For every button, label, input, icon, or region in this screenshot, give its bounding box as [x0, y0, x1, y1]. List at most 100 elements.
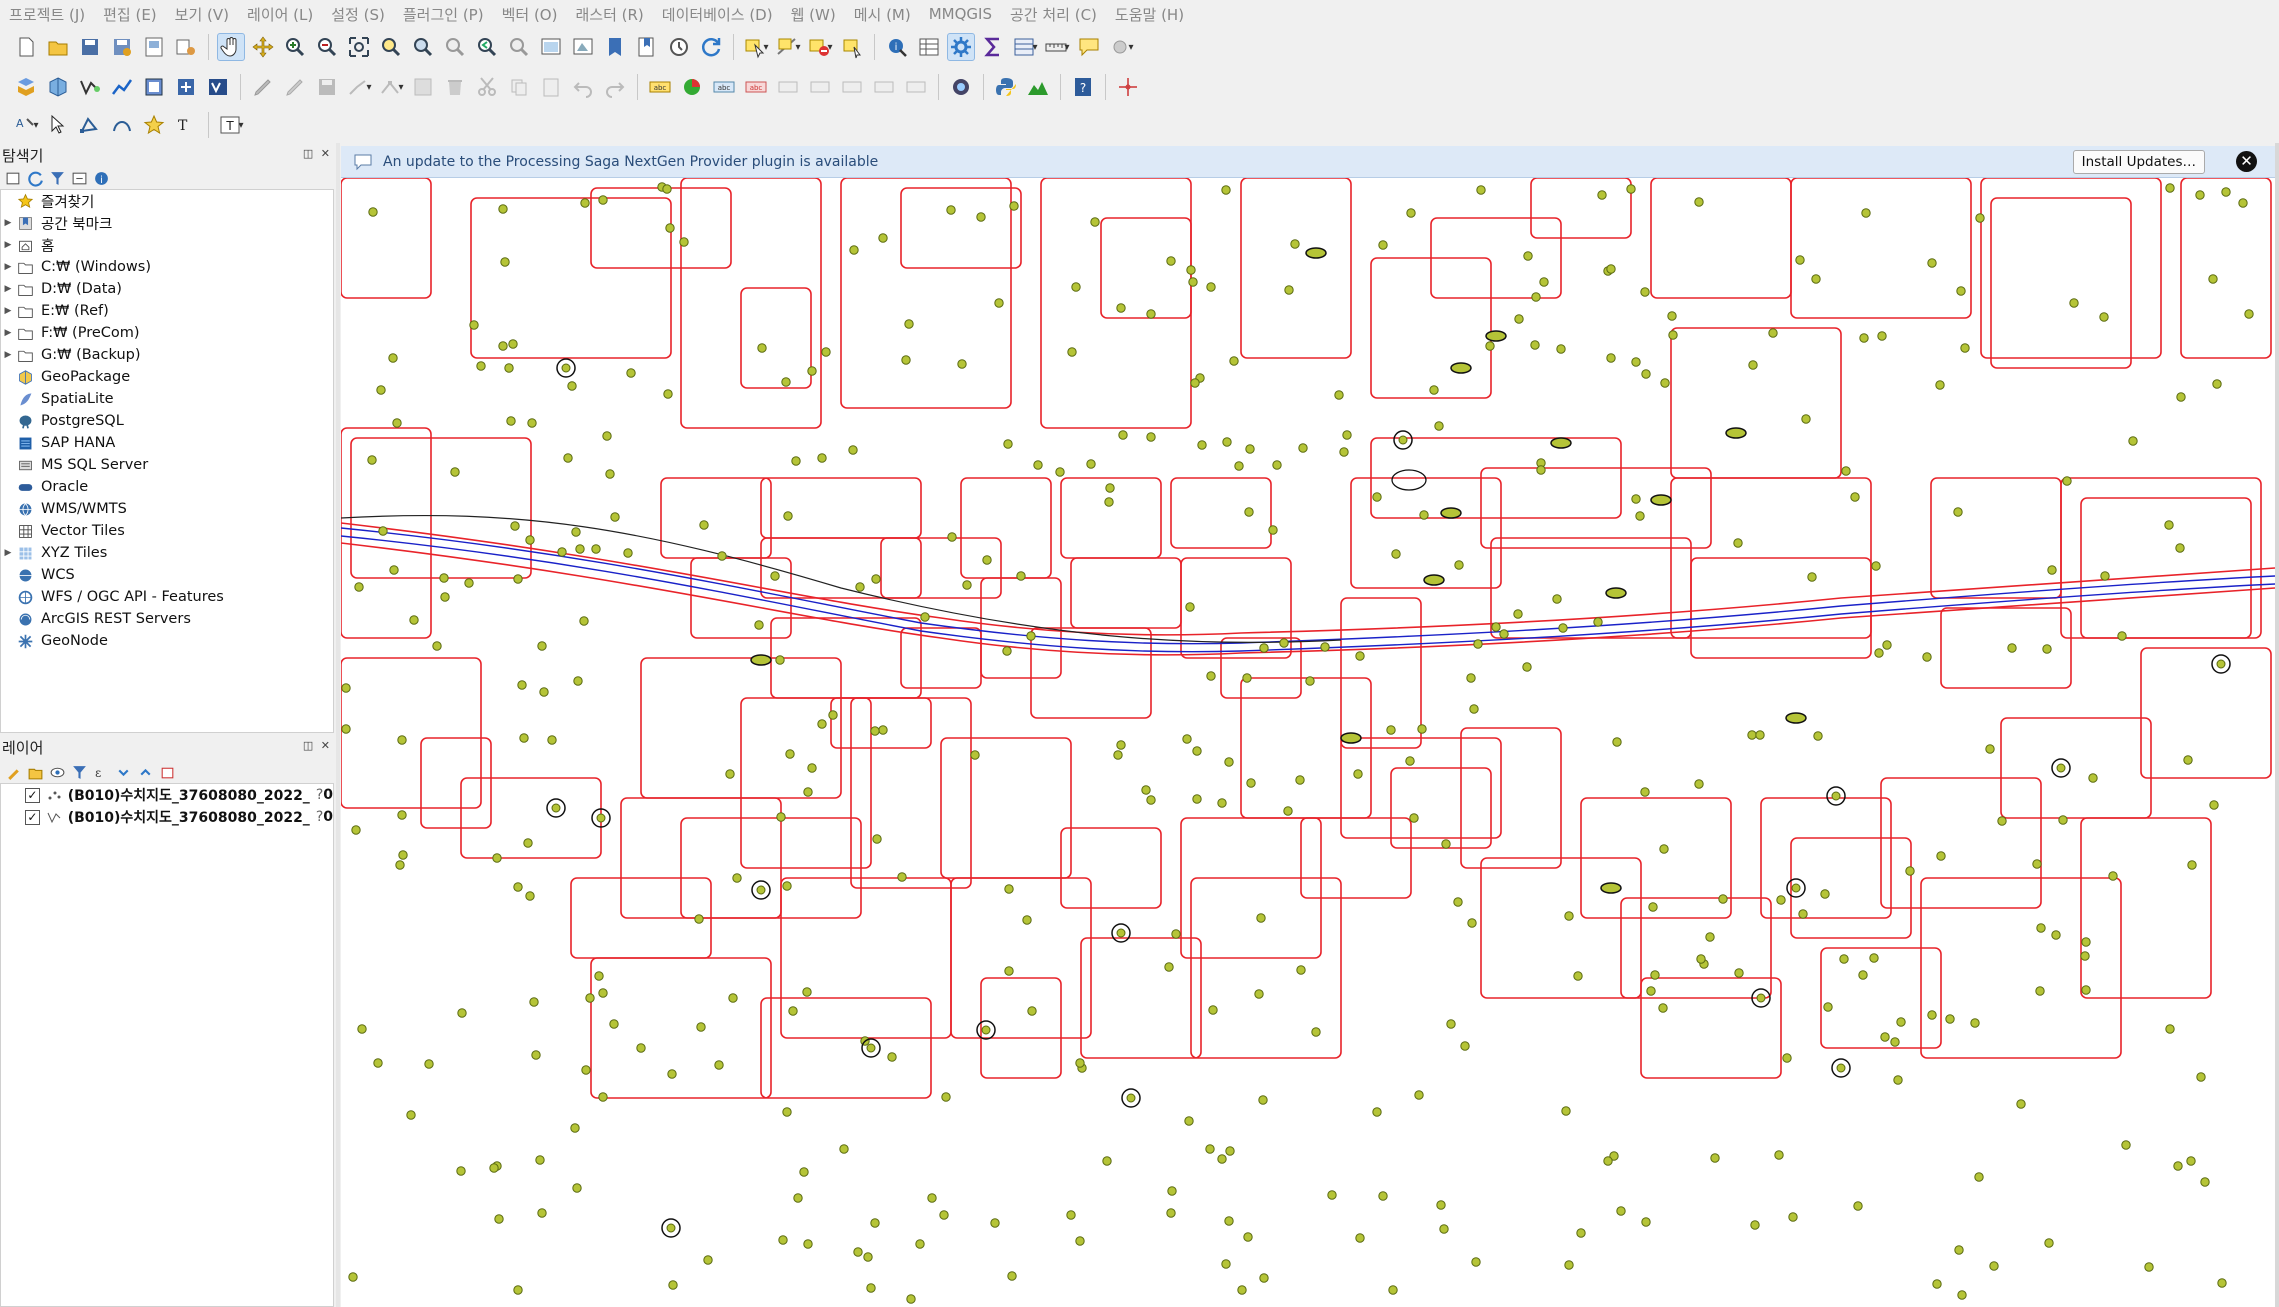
- browser-item-12[interactable]: MS SQL Server: [1, 454, 333, 476]
- expand-arrow-icon[interactable]: ▶: [1, 350, 15, 360]
- menu-item-8[interactable]: 데이터베이스 (D): [653, 4, 782, 25]
- print-layout-icon[interactable]: [140, 33, 168, 61]
- pan-hand-icon[interactable]: [217, 33, 245, 61]
- expand-arrow-icon[interactable]: ▶: [1, 284, 15, 294]
- browser-item-8[interactable]: GeoPackage: [1, 366, 333, 388]
- menu-item-9[interactable]: 웹 (W): [782, 4, 845, 25]
- browser-item-3[interactable]: ▶ C:₩ (Windows): [1, 256, 333, 278]
- menu-item-10[interactable]: 메시 (M): [845, 4, 920, 25]
- expand-arrow-icon[interactable]: ▶: [1, 328, 15, 338]
- zoom-last-icon[interactable]: [473, 33, 501, 61]
- identify-icon[interactable]: i: [883, 33, 911, 61]
- python-console-icon[interactable]: [992, 73, 1020, 101]
- deselect-all-icon[interactable]: [838, 33, 866, 61]
- new-3d-view-icon[interactable]: [569, 33, 597, 61]
- rotate-label-icon[interactable]: [806, 73, 834, 101]
- browser-item-7[interactable]: ▶ G:₩ (Backup): [1, 344, 333, 366]
- remove-layer-icon[interactable]: [156, 762, 178, 782]
- new-virtual-layer-icon[interactable]: [204, 73, 232, 101]
- panel-float-close-icon[interactable]: ◫ ✕: [303, 147, 332, 160]
- manage-visibility-icon[interactable]: [46, 762, 68, 782]
- undo-icon[interactable]: [569, 73, 597, 101]
- browser-item-5[interactable]: ▶ E:₩ (Ref): [1, 300, 333, 322]
- new-geopackage-icon[interactable]: [44, 73, 72, 101]
- settings-gear-icon[interactable]: [947, 33, 975, 61]
- add-vector-icon[interactable]: [76, 73, 104, 101]
- terrain-profile-icon[interactable]: [1024, 73, 1052, 101]
- browser-item-4[interactable]: ▶ D:₩ (Data): [1, 278, 333, 300]
- curve-tool-icon[interactable]: [108, 111, 136, 139]
- filter-expression-icon[interactable]: ε: [90, 762, 112, 782]
- save-as-icon[interactable]: [108, 33, 136, 61]
- menu-item-2[interactable]: 보기 (V): [166, 4, 238, 25]
- menu-item-5[interactable]: 플러그인 (P): [394, 4, 493, 25]
- vertex-tool-icon[interactable]: [377, 73, 405, 101]
- refresh-icon[interactable]: [24, 168, 46, 188]
- layer-row-0[interactable]: ✓ (B010)수치지도_37608080_2022_? 0: [1, 784, 333, 806]
- modify-attributes-icon[interactable]: [409, 73, 437, 101]
- save-project-icon[interactable]: [76, 33, 104, 61]
- pan-to-selection-icon[interactable]: [249, 33, 277, 61]
- browser-item-17[interactable]: WCS: [1, 564, 333, 586]
- copy-features-icon[interactable]: [505, 73, 533, 101]
- gps-icon[interactable]: [947, 73, 975, 101]
- add-selected-icon[interactable]: [2, 168, 24, 188]
- temporal-controller-icon[interactable]: [665, 33, 693, 61]
- digitize-line-icon[interactable]: [108, 73, 136, 101]
- pointer-tool-icon[interactable]: [44, 111, 72, 139]
- statistics-sigma-icon[interactable]: [979, 33, 1007, 61]
- browser-item-20[interactable]: GeoNode: [1, 630, 333, 652]
- browser-item-16[interactable]: ▶ XYZ Tiles: [1, 542, 333, 564]
- data-source-manager-icon[interactable]: [12, 73, 40, 101]
- zoom-native-icon[interactable]: [441, 33, 469, 61]
- panel-float-close-icon[interactable]: ◫ ✕: [303, 739, 332, 752]
- measure-ruler-icon[interactable]: [1043, 33, 1071, 61]
- expand-arrow-icon[interactable]: ▶: [1, 262, 15, 272]
- browser-item-15[interactable]: Vector Tiles: [1, 520, 333, 542]
- select-by-value-icon[interactable]: [774, 33, 802, 61]
- layer-visibility-checkbox[interactable]: ✓: [25, 787, 40, 803]
- zoom-selection-icon[interactable]: [377, 33, 405, 61]
- menu-item-11[interactable]: MMQGIS: [920, 5, 1001, 23]
- menu-item-6[interactable]: 벡터 (O): [493, 4, 567, 25]
- add-group-icon[interactable]: [24, 762, 46, 782]
- paste-features-icon[interactable]: [537, 73, 565, 101]
- open-table-icon[interactable]: [1011, 33, 1039, 61]
- node-tool-icon[interactable]: [76, 111, 104, 139]
- deselect-icon[interactable]: [806, 33, 834, 61]
- decorations-icon[interactable]: [1107, 33, 1135, 61]
- collapse-all-icon[interactable]: [134, 762, 156, 782]
- layer-row-1[interactable]: ✓ (B010)수치지도_37608080_2022_? 0: [1, 806, 333, 828]
- unpin-label-icon[interactable]: [902, 73, 930, 101]
- label-abc-icon[interactable]: abc: [646, 73, 674, 101]
- help-icon[interactable]: ?: [1069, 73, 1097, 101]
- browser-item-11[interactable]: SAP HANA: [1, 432, 333, 454]
- expand-all-icon[interactable]: [112, 762, 134, 782]
- collapse-all-icon[interactable]: [68, 168, 90, 188]
- move-label-icon[interactable]: [774, 73, 802, 101]
- menu-item-3[interactable]: 레이어 (L): [238, 4, 322, 25]
- browser-item-9[interactable]: SpatiaLite: [1, 388, 333, 410]
- label-props-icon[interactable]: [870, 73, 898, 101]
- zoom-full-icon[interactable]: [345, 33, 373, 61]
- new-project-icon[interactable]: [12, 33, 40, 61]
- edit-pencil-icon[interactable]: [249, 73, 277, 101]
- install-updates-button[interactable]: Install Updates…: [2072, 150, 2205, 174]
- menu-item-0[interactable]: 프로젝트 (J): [0, 4, 94, 25]
- filter-icon[interactable]: [46, 168, 68, 188]
- new-map-view-icon[interactable]: [537, 33, 565, 61]
- zoom-next-icon[interactable]: [505, 33, 533, 61]
- map-tips-icon[interactable]: [1075, 33, 1103, 61]
- browser-item-18[interactable]: WFS / OGC API - Features: [1, 586, 333, 608]
- close-message-icon[interactable]: ✕: [2236, 151, 2257, 172]
- menu-item-1[interactable]: 편집 (E): [94, 4, 166, 25]
- change-label-icon[interactable]: [838, 73, 866, 101]
- zoom-in-icon[interactable]: [281, 33, 309, 61]
- menu-item-13[interactable]: 도움말 (H): [1106, 4, 1193, 25]
- style-manager-icon[interactable]: [172, 33, 200, 61]
- bookmark-new-icon[interactable]: [601, 33, 629, 61]
- zoom-out-icon[interactable]: [313, 33, 341, 61]
- menu-item-4[interactable]: 설정 (S): [322, 4, 394, 25]
- delete-selected-icon[interactable]: [441, 73, 469, 101]
- expand-arrow-icon[interactable]: ▶: [1, 240, 15, 250]
